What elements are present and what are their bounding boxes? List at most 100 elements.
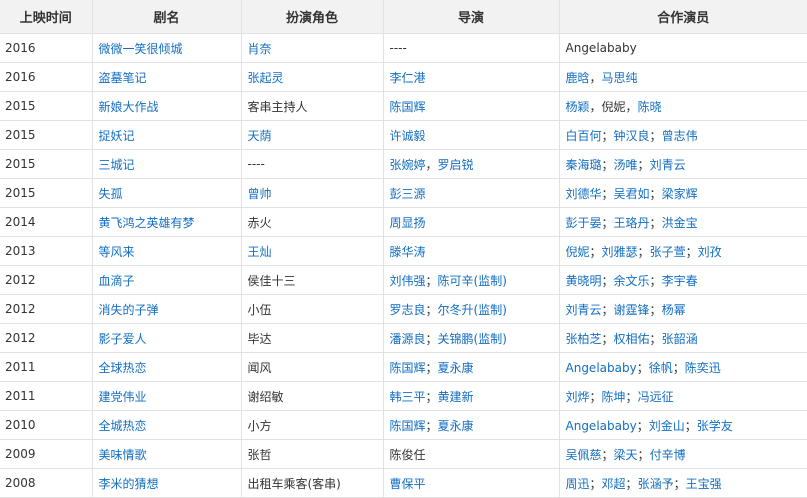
separator: ，	[425, 157, 438, 172]
title-link[interactable]: 新娘大作战	[99, 100, 159, 114]
costar-link[interactable]: 徐帆	[649, 361, 673, 375]
director-link[interactable]: 周显扬	[390, 216, 426, 230]
costar-link[interactable]: 秦海璐	[566, 158, 602, 172]
title-link[interactable]: 盗墓笔记	[99, 71, 147, 85]
director-link[interactable]: 韩三平	[390, 390, 426, 404]
costar-link[interactable]: 钟汉良	[614, 129, 650, 143]
costar-link[interactable]: 吴君如	[614, 187, 650, 201]
role-link[interactable]: 王灿	[248, 245, 272, 259]
director-link[interactable]: 陈国辉	[390, 100, 426, 114]
director-link[interactable]: 曹保平	[390, 477, 426, 491]
title-link[interactable]: 消失的子弹	[99, 303, 159, 317]
director-link[interactable]: 许诚毅	[390, 129, 426, 143]
costar-link[interactable]: 白百何	[566, 129, 602, 143]
costar-link[interactable]: 刘德华	[566, 187, 602, 201]
role-link[interactable]: 曾帅	[248, 187, 272, 201]
costar-link[interactable]: 曾志伟	[662, 129, 698, 143]
costar-link[interactable]: 陈坤	[602, 390, 626, 404]
director-link[interactable]: 李仁港	[390, 71, 426, 85]
costar-link[interactable]: 张涵予	[638, 477, 674, 491]
role-link[interactable]: 天荫	[248, 129, 272, 143]
costar-link[interactable]: 梁家辉	[662, 187, 698, 201]
director-link[interactable]: 潘源良	[390, 332, 426, 346]
title-link[interactable]: 建党伟业	[99, 390, 147, 404]
costar-link[interactable]: 王珞丹	[614, 216, 650, 230]
cell-director: 罗志良；尔冬升(监制)	[382, 294, 560, 324]
costar-link[interactable]: 梁天	[614, 448, 638, 462]
costar-link[interactable]: 周迅	[566, 477, 590, 491]
costar-link[interactable]: 付辛博	[650, 448, 686, 462]
costar-link[interactable]: 马思纯	[602, 71, 638, 85]
costar-link[interactable]: 刘雅瑟	[602, 245, 638, 259]
costar-link[interactable]: 刘金山	[649, 419, 685, 433]
cell-title: 全城热恋	[91, 410, 242, 440]
role-link[interactable]: 张起灵	[248, 71, 284, 85]
title-link[interactable]: 三城记	[99, 158, 135, 172]
costar-link[interactable]: 汤唯	[614, 158, 638, 172]
costar-link[interactable]: 张子萱	[650, 245, 686, 259]
director-link[interactable]: 刘伟强	[390, 274, 426, 288]
title-link[interactable]: 血滴子	[99, 274, 135, 288]
director-link[interactable]: 罗志良	[390, 303, 426, 317]
costar-link[interactable]: 杨幂	[662, 303, 686, 317]
costar-link[interactable]: 刘烨	[566, 390, 590, 404]
director-link[interactable]: 夏永康	[438, 419, 474, 433]
costar-link[interactable]: 鹿晗	[566, 71, 590, 85]
title-link[interactable]: 李米的猜想	[99, 477, 159, 491]
costar-link[interactable]: 张柏芝	[566, 332, 602, 346]
title-link[interactable]: 失孤	[99, 187, 123, 201]
title-link[interactable]: 全球热恋	[99, 361, 147, 375]
costar-link[interactable]: 吴佩慈	[566, 448, 602, 462]
costar-link[interactable]: 权相佑	[614, 332, 650, 346]
cell-title: 美味情歌	[91, 439, 242, 469]
costar-link[interactable]: 王宝强	[686, 477, 722, 491]
title-link[interactable]: 等风来	[99, 245, 135, 259]
director-link[interactable]: 张婉婷	[390, 158, 426, 172]
director-link[interactable]: 罗启锐	[438, 158, 474, 172]
cell-release-year: 2012	[0, 265, 93, 295]
table-row: 2008 李米的猜想 出租车乘客(客串) 曹保平 周迅；邓超；张涵予；王宝强	[0, 468, 807, 498]
costar-link[interactable]: 冯远征	[638, 390, 674, 404]
title-link[interactable]: 影子爱人	[99, 332, 147, 346]
director-link[interactable]: 关锦鹏(监制)	[438, 332, 507, 346]
costar-link[interactable]: 洪金宝	[662, 216, 698, 230]
costar-link[interactable]: 杨颖	[566, 100, 590, 114]
title-link[interactable]: 微微一笑很倾城	[99, 42, 183, 56]
costar-link[interactable]: 陈晓	[638, 100, 662, 114]
role-link: 出租车乘客(客串)	[247, 476, 341, 491]
costar-link[interactable]: 张韶涵	[662, 332, 698, 346]
separator: ；	[601, 215, 614, 230]
costar-link[interactable]: 倪妮	[566, 245, 590, 259]
director-link[interactable]: 陈国辉	[390, 361, 426, 375]
role-link[interactable]: 肖奈	[248, 42, 272, 56]
costar-link[interactable]: 余文乐	[614, 274, 650, 288]
separator: ，	[589, 99, 602, 114]
costar-link[interactable]: 彭于晏	[566, 216, 602, 230]
costar-link[interactable]: 刘青云	[566, 303, 602, 317]
cell-director: 周显扬	[382, 207, 560, 237]
costar-link[interactable]: 张学友	[697, 419, 733, 433]
costar-link[interactable]: 黄晓明	[566, 274, 602, 288]
title-link[interactable]: 全城热恋	[99, 419, 147, 433]
costar-link[interactable]: 邓超	[602, 477, 626, 491]
costar-link[interactable]: 陈奕迅	[685, 361, 721, 375]
costar-link[interactable]: 李宇春	[662, 274, 698, 288]
cell-title: 血滴子	[91, 265, 242, 295]
title-link[interactable]: 捉妖记	[99, 129, 135, 143]
role-link: 张哲	[247, 447, 272, 462]
director-link[interactable]: 陈可辛(监制)	[438, 274, 507, 288]
director-link[interactable]: 彭三源	[390, 187, 426, 201]
costar-link[interactable]: 谢霆锋	[614, 303, 650, 317]
title-link[interactable]: 黄飞鸿之英雄有梦	[99, 216, 195, 230]
costar-link[interactable]: 刘孜	[698, 245, 722, 259]
director-link[interactable]: 滕华涛	[390, 245, 426, 259]
director-link[interactable]: 尔冬升(监制)	[438, 303, 507, 317]
title-link[interactable]: 美味情歌	[99, 448, 147, 462]
costar-link[interactable]: Angelababy	[566, 419, 637, 433]
director-link[interactable]: 黄建新	[438, 390, 474, 404]
costar-link[interactable]: 刘青云	[650, 158, 686, 172]
director-link[interactable]: 陈国辉	[390, 419, 426, 433]
director-link[interactable]: 夏永康	[438, 361, 474, 375]
cell-title: 消失的子弹	[91, 294, 242, 324]
costar-link[interactable]: Angelababy	[566, 361, 637, 375]
